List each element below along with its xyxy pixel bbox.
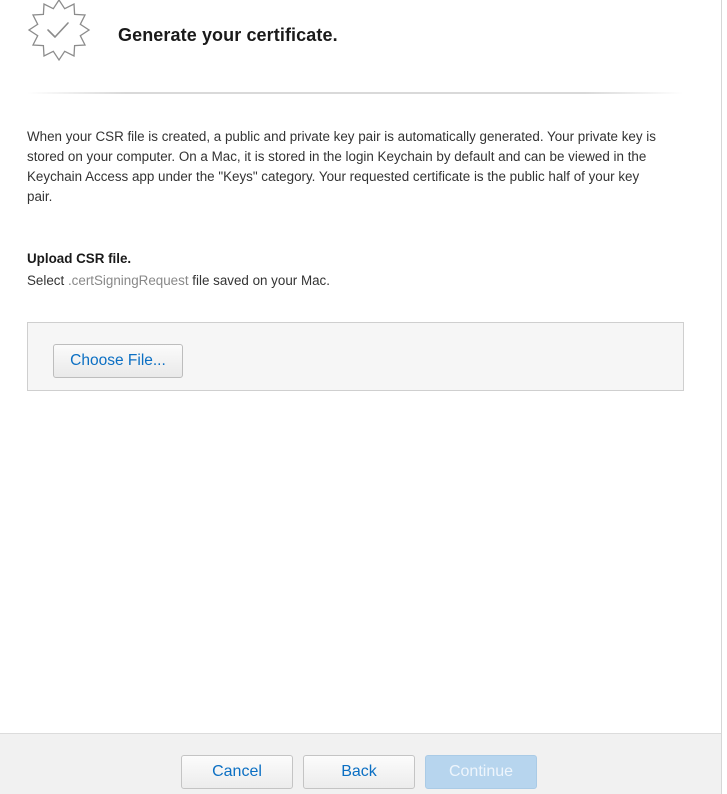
csr-description: When your CSR file is created, a public … [27,129,656,204]
header-divider [27,92,683,94]
upload-instructions: Select .certSigningRequest file saved on… [27,273,330,288]
cancel-button[interactable]: Cancel [181,755,293,789]
window-right-border [721,0,722,794]
file-extension-label: .certSigningRequest [67,273,189,288]
back-button[interactable]: Back [303,755,415,789]
page-title: Generate your certificate. [118,25,338,45]
wizard-footer: Cancel Back Continue [0,733,721,794]
choose-file-button[interactable]: Choose File... [53,344,183,378]
upload-box: Choose File... [27,322,684,391]
certificate-wizard-page: Generate your certificate. When your CSR… [0,0,727,794]
certificate-badge-icon [27,0,91,62]
page-header: Generate your certificate. [0,0,720,94]
upload-instructions-prefix: Select [27,273,65,288]
continue-button[interactable]: Continue [425,755,537,789]
upload-heading: Upload CSR file. [27,251,132,266]
upload-instructions-suffix: file saved on your Mac. [192,273,330,288]
